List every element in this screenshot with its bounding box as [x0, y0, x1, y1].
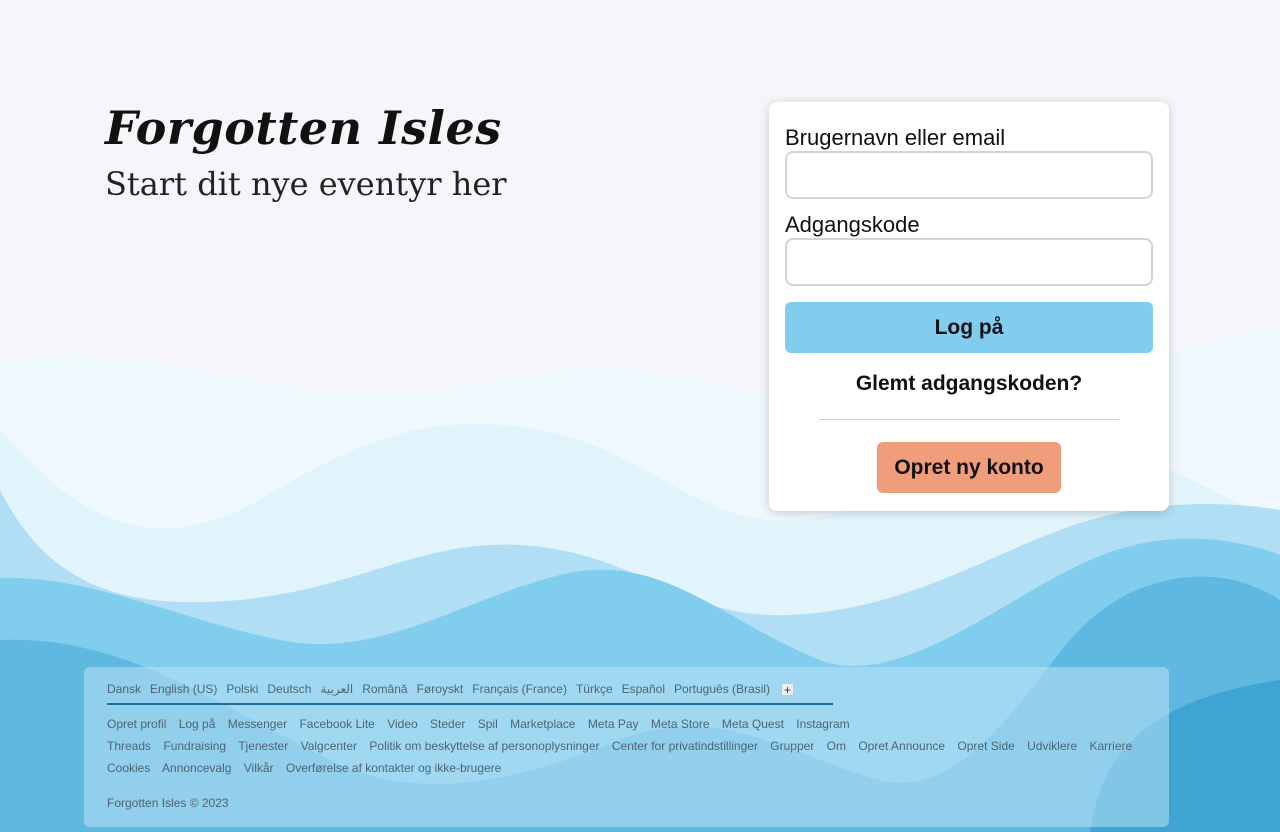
language-selector: Dansk English (US) Polski Deutsch العربي…	[107, 682, 833, 705]
footer-link[interactable]: Opret Announce	[858, 739, 945, 753]
language-link[interactable]: Dansk	[107, 682, 141, 696]
footer-link[interactable]: Vilkår	[244, 761, 274, 775]
forgot-password-link[interactable]: Glemt adgangskoden?	[769, 372, 1169, 396]
language-link[interactable]: Polski	[226, 682, 258, 696]
footer-link[interactable]: Opret Side	[957, 739, 1014, 753]
footer-link[interactable]: Overførelse af kontakter og ikke-brugere	[286, 761, 501, 775]
language-link[interactable]: Føroyskt	[417, 682, 464, 696]
footer-link[interactable]: Karriere	[1090, 739, 1133, 753]
footer-link-row: Cookies Annoncevalg Vilkår Overførelse a…	[107, 757, 1147, 779]
language-link[interactable]: Română	[362, 682, 407, 696]
footer-link[interactable]: Meta Store	[651, 717, 710, 731]
footer-link[interactable]: Meta Pay	[588, 717, 639, 731]
footer-link[interactable]: Center for privatindstillinger	[612, 739, 758, 753]
footer-link[interactable]: Threads	[107, 739, 151, 753]
footer-link[interactable]: Marketplace	[510, 717, 575, 731]
copyright: Forgotten Isles © 2023	[107, 796, 229, 810]
footer-link[interactable]: Politik om beskyttelse af personoplysnin…	[369, 739, 599, 753]
footer-link-row: Threads Fundraising Tjenester Valgcenter…	[107, 735, 1147, 757]
plus-icon[interactable]: +	[781, 682, 795, 696]
footer-link[interactable]: Udviklere	[1027, 739, 1077, 753]
username-input[interactable]	[785, 151, 1153, 199]
brand-subtitle: Start dit nye eventyr her	[105, 165, 507, 203]
footer-link[interactable]: Om	[827, 739, 846, 753]
footer: Dansk English (US) Polski Deutsch العربي…	[84, 667, 1169, 827]
password-label: Adgangskode	[785, 212, 920, 237]
footer-link[interactable]: Spil	[478, 717, 498, 731]
footer-links: Opret profil Log på Messenger Facebook L…	[107, 713, 1147, 779]
language-link[interactable]: Español	[622, 682, 665, 696]
footer-link[interactable]: Log på	[179, 717, 216, 731]
footer-link[interactable]: Tjenester	[238, 739, 288, 753]
language-link[interactable]: Français (France)	[472, 682, 567, 696]
footer-link[interactable]: Steder	[430, 717, 465, 731]
create-account-button[interactable]: Opret ny konto	[877, 442, 1061, 493]
footer-link[interactable]: Annoncevalg	[162, 761, 231, 775]
language-link[interactable]: العربية	[320, 682, 353, 696]
footer-link[interactable]: Cookies	[107, 761, 150, 775]
language-link[interactable]: Türkçe	[576, 682, 613, 696]
footer-link[interactable]: Fundraising	[163, 739, 226, 753]
language-link[interactable]: Deutsch	[267, 682, 311, 696]
language-link[interactable]: Português (Brasil)	[674, 682, 770, 696]
brand-title: Forgotten Isles	[105, 101, 502, 155]
footer-link[interactable]: Meta Quest	[722, 717, 784, 731]
login-button[interactable]: Log på	[785, 302, 1153, 353]
login-card: Brugernavn eller email Adgangskode Log p…	[769, 102, 1169, 511]
brand-block: Forgotten Isles Start dit nye eventyr he…	[105, 98, 507, 204]
language-link[interactable]: English (US)	[150, 682, 217, 696]
divider	[819, 419, 1119, 420]
footer-link[interactable]: Facebook Lite	[299, 717, 374, 731]
footer-link[interactable]: Instagram	[796, 717, 849, 731]
username-label: Brugernavn eller email	[785, 125, 1006, 150]
footer-link-row: Opret profil Log på Messenger Facebook L…	[107, 713, 1147, 735]
password-input[interactable]	[785, 238, 1153, 286]
footer-link[interactable]: Opret profil	[107, 717, 166, 731]
footer-link[interactable]: Video	[387, 717, 417, 731]
footer-link[interactable]: Valgcenter	[301, 739, 357, 753]
footer-link[interactable]: Grupper	[770, 739, 814, 753]
footer-link[interactable]: Messenger	[228, 717, 287, 731]
